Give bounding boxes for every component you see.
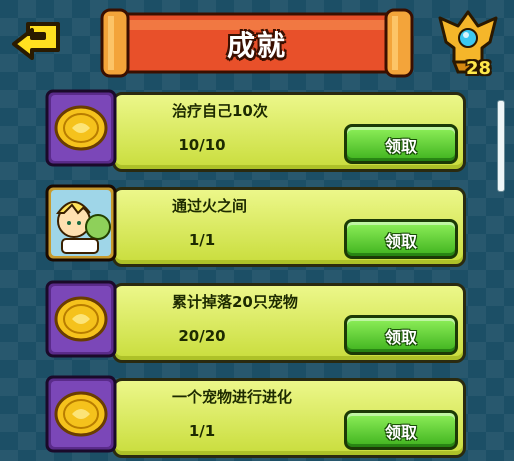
achievement-list: 治疗自己10次 10/10 领取 通过火之间 1/1 领取 累计掉落20只宠物 … [0, 0, 514, 461]
claim-button-label: 领取 [384, 232, 417, 251]
achievement-item: 累计掉落20只宠物 20/20 领取 [44, 279, 466, 363]
claim-button[interactable]: 领取 [344, 219, 458, 259]
gold-coin-icon [45, 89, 117, 167]
achievement-item: 一个宠物进行进化 1/1 领取 [44, 374, 466, 458]
achievement-title: 累计掉落20只宠物 [172, 293, 298, 311]
achievement-title: 通过火之间 [172, 197, 248, 215]
achievement-progress: 1/1 [188, 422, 216, 440]
achievement-item: 通过火之间 1/1 领取 [44, 183, 466, 267]
claim-button-label: 领取 [384, 423, 417, 442]
achievement-title: 一个宠物进行进化 [172, 388, 293, 406]
claim-button[interactable]: 领取 [344, 124, 458, 164]
achievement-progress: 10/10 [178, 136, 226, 154]
claim-button[interactable]: 领取 [344, 410, 458, 450]
achievement-item: 治疗自己10次 10/10 领取 [44, 88, 466, 172]
character-portrait-icon [45, 184, 117, 262]
claim-button-label: 领取 [384, 137, 417, 156]
achievement-title: 治疗自己10次 [172, 102, 268, 120]
claim-button[interactable]: 领取 [344, 315, 458, 355]
gold-coin-icon [45, 280, 117, 358]
achievement-progress: 1/1 [188, 231, 216, 249]
gold-coin-icon [45, 375, 117, 453]
claim-button-label: 领取 [384, 328, 417, 347]
achievement-progress: 20/20 [178, 327, 226, 345]
